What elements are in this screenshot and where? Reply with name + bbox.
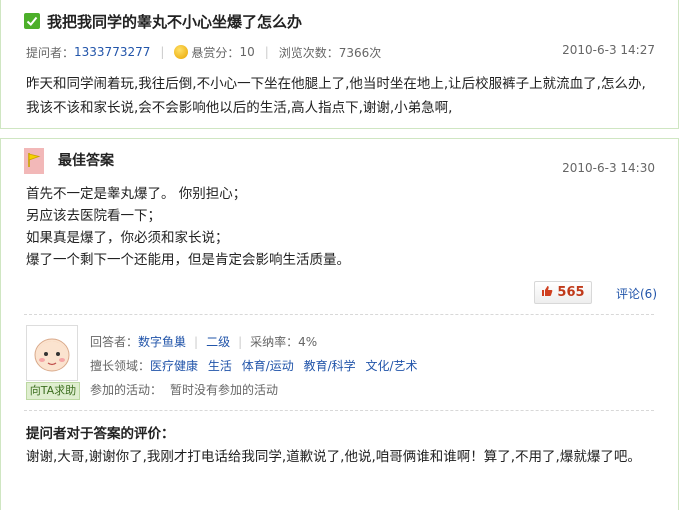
answer-line: 首先不一定是睾丸爆了。 你别担心；	[26, 186, 247, 202]
answerer-link[interactable]: 数字鱼巢	[138, 333, 186, 350]
evaluation-body: 谢谢,大哥,谢谢你了,我刚才打电话给我同学,道歉说了,他说,咱哥俩谁和谁啊！算了…	[26, 449, 641, 465]
evaluation-title: 提问者对于答案的评价：	[26, 426, 175, 442]
asker-link[interactable]: 1333773277	[74, 45, 150, 59]
field-link[interactable]: 生活	[208, 359, 232, 373]
field-link[interactable]: 教育/科学	[304, 359, 356, 373]
answer-line: 另应该去医院看一下；	[26, 208, 161, 224]
view-count: 浏览次数：7366次	[278, 45, 382, 60]
adopt-rate: 采纳率：4%	[250, 335, 318, 349]
best-answer-flag-icon	[24, 148, 44, 174]
field-link[interactable]: 医疗健康	[150, 359, 198, 373]
like-count: 565	[557, 285, 585, 300]
divider	[24, 314, 654, 315]
fields-label: 擅长领域：	[90, 359, 151, 373]
comment-link[interactable]: 评论(6)	[616, 285, 657, 302]
answer-line: 如果真是爆了，你必须和家长说；	[26, 230, 229, 246]
best-answer-body: 首先不一定是睾丸爆了。 你别担心； 另应该去医院看一下； 如果真是爆了，你必须和…	[26, 183, 626, 271]
question-header: 我把我同学的睾丸不小心坐爆了怎么办	[24, 10, 302, 32]
best-answer-title: 最佳答案	[58, 153, 114, 169]
like-button[interactable]: 565	[534, 281, 592, 304]
question-date: 2010-6-3 14:27	[562, 43, 655, 57]
answerer-label: 回答者：	[90, 335, 139, 349]
bounty-value: 10	[239, 45, 255, 59]
field-link[interactable]: 文化/艺术	[365, 359, 417, 373]
answer-line: 爆了一个剩下一个还能用，但是肯定会影响生活质量。	[26, 252, 350, 268]
asker-label: 提问者：	[26, 45, 75, 60]
thumbs-up-icon	[541, 285, 553, 301]
question-title: 我把我同学的睾丸不小心坐爆了怎么办	[47, 12, 303, 31]
check-icon	[24, 13, 40, 29]
avatar[interactable]	[26, 325, 78, 381]
divider	[24, 410, 654, 411]
answerer-info: 回答者： 数字鱼巢 | 二级 | 采纳率：4%	[90, 333, 318, 350]
activity-value: 暂时没有参加的活动	[170, 383, 279, 397]
coin-icon	[174, 45, 189, 59]
activity-label: 参加的活动：	[90, 383, 163, 397]
field-link[interactable]: 体育/运动	[242, 359, 294, 373]
answerer-activity: 参加的活动： 暂时没有参加的活动	[90, 381, 278, 398]
ask-for-help-button[interactable]: 向TA求助	[26, 382, 80, 400]
question-body: 昨天和同学闹着玩,我往后倒,不小心一下坐在他腿上了,他当时坐在地上,让后校服裤子…	[26, 76, 646, 116]
answerer-level[interactable]: 二级	[206, 333, 230, 350]
bounty-label: 悬赏分：	[191, 45, 240, 60]
answerer-fields: 擅长领域： 医疗健康 生活 体育/运动 教育/科学 文化/艺术	[90, 357, 424, 374]
question-meta: 提问者： 1333773277 | 悬赏分： 10 | 浏览次数：7366次	[26, 45, 382, 60]
best-answer-date: 2010-6-3 14:30	[562, 161, 655, 175]
